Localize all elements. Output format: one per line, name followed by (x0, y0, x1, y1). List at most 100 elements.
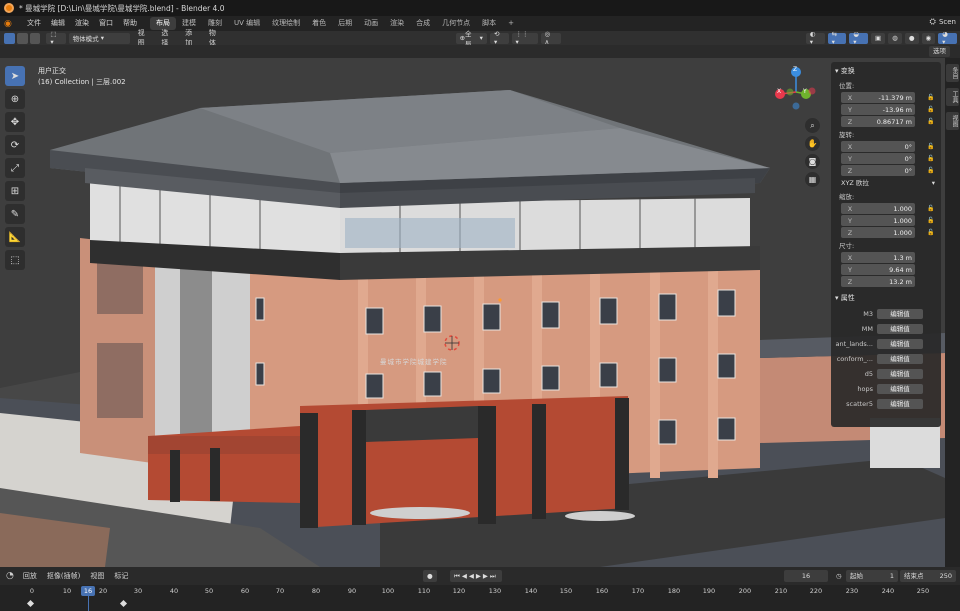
tab-rendering[interactable]: 渲染 (384, 17, 410, 30)
menu-file[interactable]: 文件 (22, 16, 46, 31)
timeline-ruler[interactable]: 0 10 16 20 30 40 50 60 70 80 90 100 110 … (0, 585, 960, 611)
3d-cursor-icon[interactable]: ⊕ (5, 89, 25, 109)
overlay-toggle[interactable]: ◒ ▾ (849, 30, 868, 46)
shading-wireframe[interactable]: ◍ (888, 32, 902, 44)
tab-uv-editing[interactable]: UV 编辑 (228, 17, 266, 30)
dimensions-z-field[interactable]: Z 13.2 m (841, 276, 915, 287)
tab-item[interactable]: 条目 (946, 64, 959, 82)
location-z-field[interactable]: Z 0.86717 m (841, 116, 915, 127)
zoom-icon[interactable]: ⌕ (805, 118, 820, 133)
add-workspace-button[interactable]: + (502, 17, 520, 30)
gizmo-toggle[interactable]: ⇆ ▾ (827, 30, 847, 46)
tab-view[interactable]: 视图 (946, 112, 959, 130)
gizmo-y-label[interactable]: Y (803, 88, 807, 95)
lock-icon[interactable]: 🔓 (927, 155, 935, 163)
scene-selector[interactable]: ⛭ Scen (930, 17, 956, 27)
tab-animation[interactable]: 动画 (358, 17, 384, 30)
camera-view-icon[interactable]: ◙ (805, 154, 820, 169)
rotate-icon[interactable]: ⟳ (5, 135, 25, 155)
ruler-tick: 190 (702, 587, 716, 595)
clock-icon[interactable]: ◷ (832, 570, 846, 582)
tab-texture-paint[interactable]: 纹理绘制 (266, 17, 306, 30)
scale-x-field[interactable]: X 1.000 (841, 203, 915, 214)
rotation-mode-dropdown[interactable]: XYZ 欧拉 ▾ (837, 178, 939, 189)
record-button[interactable]: ● (423, 570, 437, 582)
editor-type-button[interactable]: ⬚ ▾ (46, 30, 66, 46)
rotation-z-field[interactable]: Z 0° (841, 165, 915, 176)
select-extend-icon[interactable] (16, 32, 28, 44)
3d-viewport[interactable]: 用户正交 (16) Collection | 三层.002 X Y Z 曼城市学… (0, 58, 945, 567)
scale-z-field[interactable]: Z 1.000 (841, 227, 915, 238)
menu-edit[interactable]: 编辑 (46, 16, 70, 31)
menu-timeline-view[interactable]: 视图 (85, 571, 109, 581)
proportional-edit-toggle[interactable]: ◎ ∧ (540, 30, 561, 46)
menu-playback[interactable]: 回放 (18, 571, 42, 581)
playhead-frame[interactable]: 16 (81, 586, 95, 596)
edit-value-button[interactable]: 编辑值 (877, 308, 923, 319)
mode-dropdown[interactable]: 物体模式 ▾ (68, 32, 130, 44)
lock-icon[interactable]: 🔓 (927, 106, 935, 114)
measure-icon[interactable]: 📐 (5, 227, 25, 247)
location-y-field[interactable]: Y -13.96 m (841, 104, 915, 115)
end-frame-field[interactable]: 结束点 250 (900, 570, 956, 582)
lock-icon[interactable]: 🔓 (927, 94, 935, 102)
scale-icon[interactable]: ⤢ (5, 158, 25, 178)
tab-tool[interactable]: 工具 (946, 88, 959, 106)
start-frame-field[interactable]: 起始 1 (846, 570, 898, 582)
editor-type-icon[interactable]: ◔ (6, 571, 14, 581)
transform-orientation-dropdown[interactable]: ⊕ 全局 ▾ (455, 30, 487, 48)
playback-controls[interactable]: ⏮◀◀▶▶⏭ (450, 570, 502, 582)
select-cursor-icon[interactable]: ➤ (5, 66, 25, 86)
edit-value-button[interactable]: 编辑值 (877, 338, 923, 349)
snap-toggle[interactable]: ⋮⋮ ▾ (511, 30, 538, 46)
lock-icon[interactable]: 🔓 (927, 167, 935, 175)
properties-section-header[interactable]: ▾ 属性 (835, 293, 937, 303)
ortho-grid-icon[interactable]: ▦ (805, 172, 820, 187)
annotate-icon[interactable]: ✎ (5, 204, 25, 224)
tab-scripting[interactable]: 脚本 (476, 17, 502, 30)
edit-value-button[interactable]: 编辑值 (877, 323, 923, 334)
gizmo-z-label[interactable]: Z (793, 66, 797, 73)
add-cube-icon[interactable]: ⬚ (5, 250, 25, 270)
location-x-field[interactable]: X -11.379 m (841, 92, 915, 103)
tab-compositing-post[interactable]: 后期 (332, 17, 358, 30)
menu-window[interactable]: 窗口 (94, 16, 118, 31)
tab-shading[interactable]: 着色 (306, 17, 332, 30)
dimensions-y-field[interactable]: Y 9.64 m (841, 264, 915, 275)
edit-value-button[interactable]: 编辑值 (877, 383, 923, 394)
lock-icon[interactable]: 🔓 (927, 217, 935, 225)
gizmo-x-label[interactable]: X (777, 88, 781, 95)
menu-markers[interactable]: 标记 (109, 571, 133, 581)
edit-value-button[interactable]: 编辑值 (877, 398, 923, 409)
pan-hand-icon[interactable]: ✋ (805, 136, 820, 151)
lock-icon[interactable]: 🔓 (927, 229, 935, 237)
xray-toggle[interactable]: ▣ (871, 32, 886, 44)
lock-icon[interactable]: 🔓 (927, 205, 935, 213)
transform-section-header[interactable]: ▾ 变换 (835, 66, 937, 76)
lock-icon[interactable]: 🔓 (927, 118, 935, 126)
shading-material[interactable]: ◉ (921, 32, 936, 44)
rotation-y-field[interactable]: Y 0° (841, 153, 915, 164)
move-icon[interactable]: ✥ (5, 112, 25, 132)
lock-icon[interactable]: 🔓 (927, 143, 935, 151)
visibility-dropdown[interactable]: ◐ ▾ (805, 30, 825, 46)
transform-icon[interactable]: ⊞ (5, 181, 25, 201)
keyframe-marker[interactable] (26, 599, 35, 608)
current-frame-field[interactable]: 16 (784, 570, 828, 582)
menu-render[interactable]: 渲染 (70, 16, 94, 31)
edit-value-button[interactable]: 编辑值 (877, 368, 923, 379)
shading-solid[interactable]: ● (904, 32, 919, 44)
blender-menu-icon[interactable]: ◉ (4, 19, 16, 29)
rotation-x-field[interactable]: X 0° (841, 141, 915, 152)
shading-rendered[interactable]: ◕ ▾ (938, 30, 957, 46)
edit-value-button[interactable]: 编辑值 (877, 353, 923, 364)
options-dropdown[interactable]: 选项 (929, 46, 950, 57)
dimensions-x-field[interactable]: X 1.3 m (841, 252, 915, 263)
select-subtract-icon[interactable] (29, 32, 41, 44)
select-box-icon[interactable] (4, 32, 15, 44)
scale-y-field[interactable]: Y 1.000 (841, 215, 915, 226)
pivot-point-dropdown[interactable]: ⟲ ▾ (489, 30, 509, 46)
keyframe-marker[interactable] (119, 599, 128, 608)
menu-keying[interactable]: 抠像(插帧) (42, 571, 85, 581)
tab-compositing[interactable]: 合成 (410, 17, 436, 30)
